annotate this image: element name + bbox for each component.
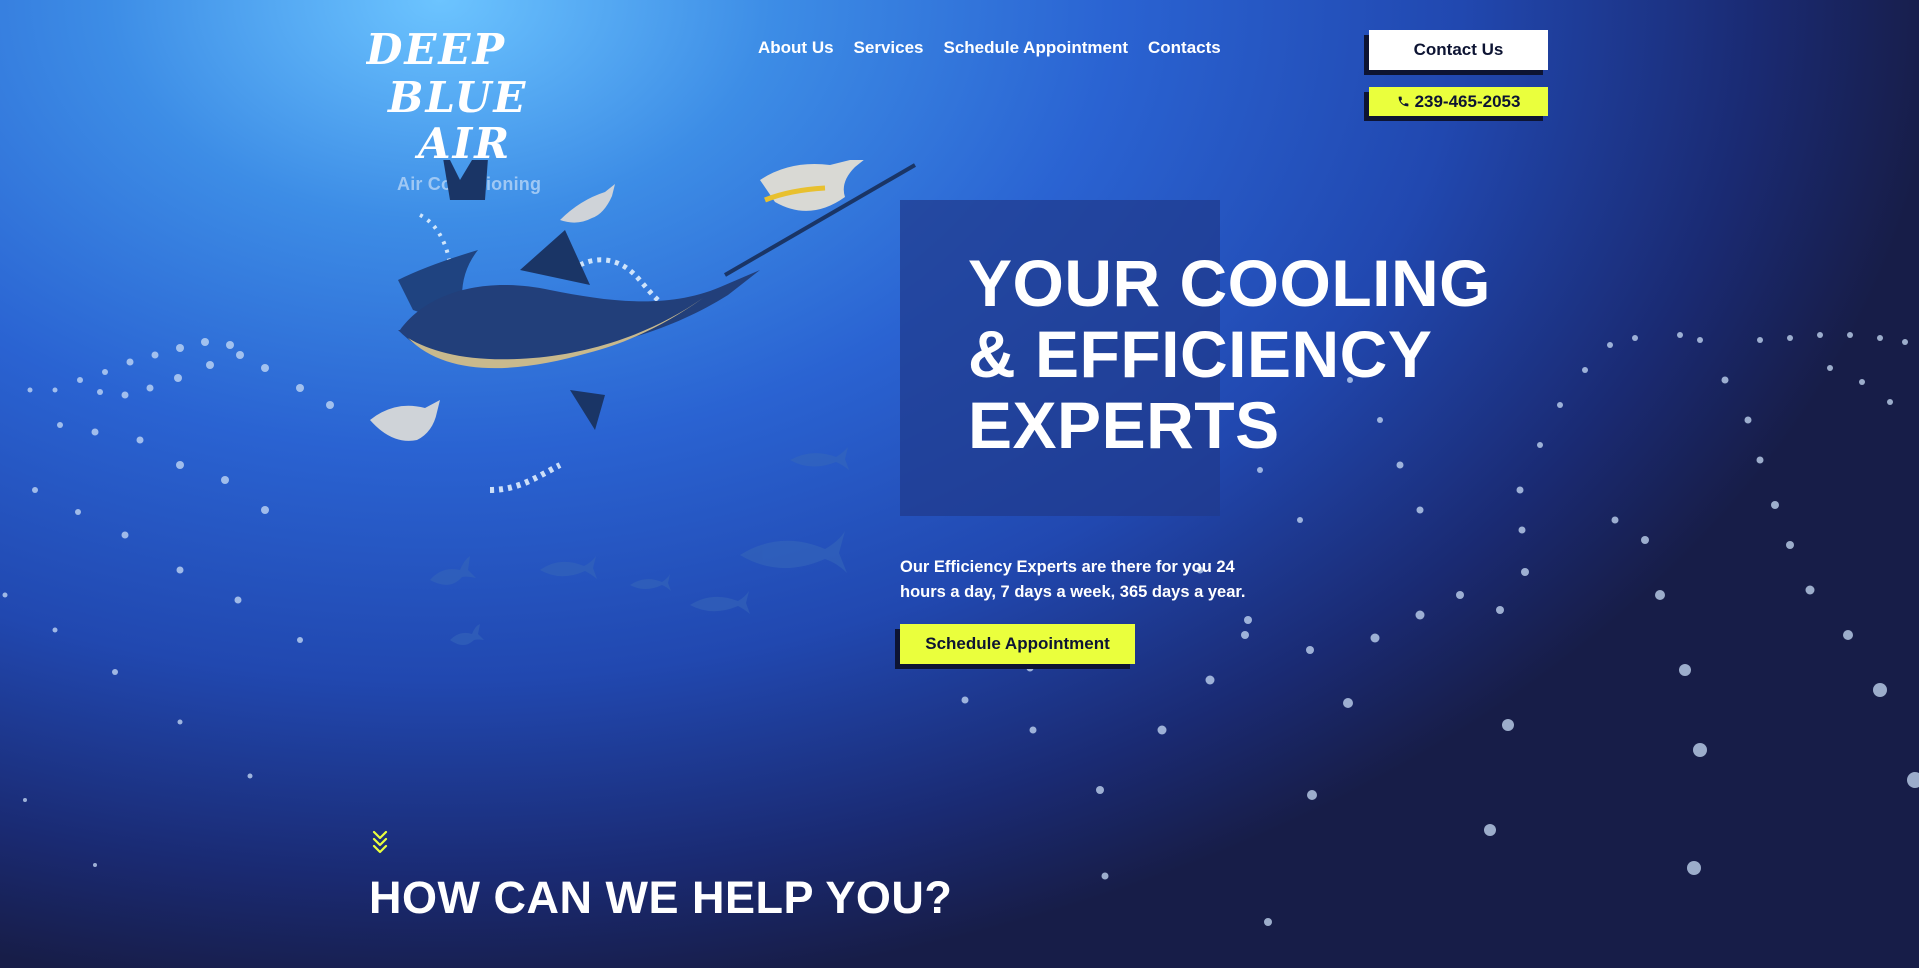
hero-title: YOUR COOLING & EFFICIENCY EXPERTS xyxy=(968,248,1491,461)
hero-title-line-3: EXPERTS xyxy=(968,388,1280,462)
section-heading: HOW CAN WE HELP YOU? xyxy=(369,872,953,923)
nav-about-us[interactable]: About Us xyxy=(758,38,834,58)
hero-title-line-2: & EFFICIENCY xyxy=(968,317,1433,391)
contact-us-button[interactable]: Contact Us xyxy=(1369,30,1548,70)
logo[interactable]: DEEP BLUE AIR xyxy=(366,26,566,166)
chevron-down-icon[interactable] xyxy=(372,830,388,856)
hero-title-line-1: YOUR COOLING xyxy=(968,246,1492,320)
hero-description: Our Efficiency Experts are there for you… xyxy=(900,558,1246,601)
schedule-appointment-button[interactable]: Schedule Appointment xyxy=(900,624,1135,664)
logo-text-deep: DEEP xyxy=(366,26,506,74)
logo-text-air: AIR xyxy=(414,119,511,166)
nav-contacts[interactable]: Contacts xyxy=(1148,38,1221,58)
phone-number: 239-465-2053 xyxy=(1414,91,1521,111)
logo-text-blue: BLUE xyxy=(387,73,527,122)
fish-illustration xyxy=(370,160,917,645)
phone-button[interactable]: 239-465-2053 xyxy=(1369,87,1548,116)
main-nav: About Us Services Schedule Appointment C… xyxy=(758,38,1221,58)
nav-services[interactable]: Services xyxy=(854,38,924,58)
nav-schedule-appointment[interactable]: Schedule Appointment xyxy=(944,38,1129,58)
phone-icon xyxy=(1398,96,1408,107)
